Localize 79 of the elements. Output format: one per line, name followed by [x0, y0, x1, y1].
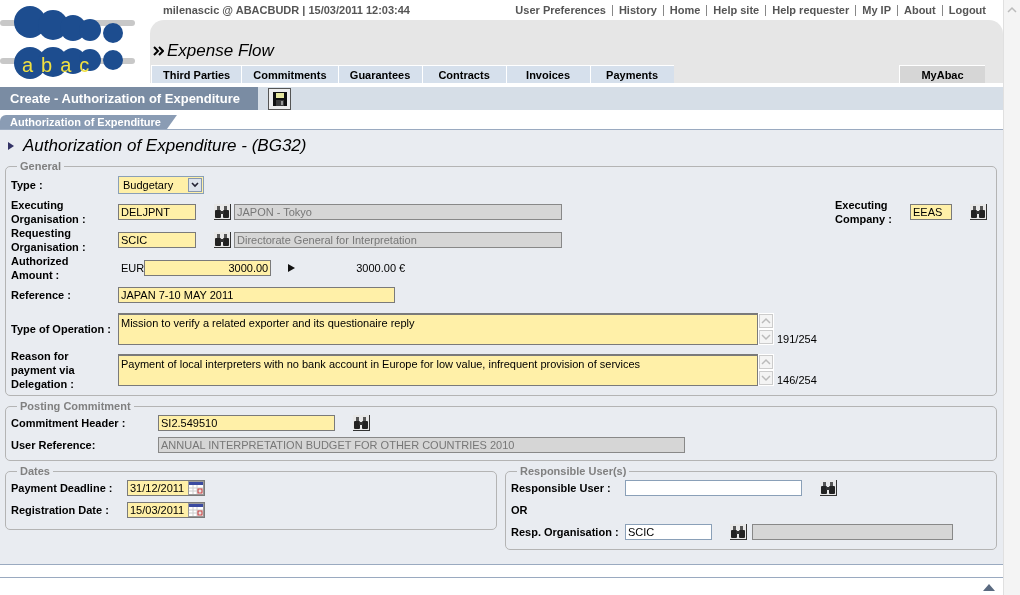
module-tab[interactable]: Third Parties — [151, 65, 242, 83]
section-legend: General — [17, 160, 64, 172]
date-field[interactable]: 15/03/2011 — [127, 502, 205, 518]
field-label: Reference : — [11, 288, 72, 302]
input-field[interactable]: SI2.549510 — [158, 415, 335, 431]
lookup-button[interactable] — [214, 204, 231, 220]
binoculars-icon — [354, 416, 368, 429]
nav-link[interactable]: About — [896, 4, 942, 16]
input-field[interactable] — [625, 480, 802, 496]
input-field[interactable]: EEAS — [910, 204, 952, 220]
field-label: Authorized Amount : — [11, 254, 70, 282]
lookup-button[interactable] — [353, 415, 370, 431]
field-label: Registration Date : — [11, 503, 110, 517]
field-label: Payment Deadline : — [11, 481, 114, 495]
section-legend: Posting Commitment — [17, 400, 134, 412]
character-counter: 146/254 — [777, 374, 817, 386]
binoculars-icon — [971, 205, 985, 218]
field-label: Commitment Header : — [11, 416, 127, 430]
logo-text: abac — [22, 54, 98, 76]
description-field: ANNUAL INTERPRETATION BUDGET FOR OTHER COUNTRIES 2010 — [158, 437, 685, 453]
nav-link[interactable]: History — [611, 4, 663, 16]
field-label: Executing Organisation : — [11, 198, 87, 226]
field-label: Type of Operation : — [11, 321, 113, 336]
calendar-icon[interactable] — [188, 503, 204, 517]
input-field[interactable]: SCIC — [625, 524, 712, 540]
arrow-right-icon — [288, 264, 296, 272]
lookup-button[interactable] — [214, 232, 231, 248]
converted-amount: 3000.00 € — [356, 262, 406, 274]
field-label: Resp. Organisation : — [511, 525, 620, 539]
lookup-button[interactable] — [970, 204, 987, 220]
description-field: JAPON - Tokyo — [234, 204, 562, 220]
module-tab[interactable]: Commitments — [241, 65, 338, 83]
scroll-to-top-icon[interactable] — [983, 584, 995, 591]
page-heading: Authorization of Expenditure - (BG32) — [23, 136, 307, 156]
user-session-info: milenascic @ ABACBUDR | 15/03/2011 12:03:44 — [163, 4, 410, 16]
vertical-scrollbar[interactable] — [1003, 0, 1020, 595]
section-legend: Responsible User(s) — [517, 465, 630, 477]
or-label: OR — [511, 503, 529, 517]
nav-link[interactable]: My IP — [855, 4, 897, 16]
field-label: Type : — [11, 178, 44, 192]
character-counter: 191/254 — [777, 332, 817, 345]
page-action-title: Create - Authorization of Expenditure — [0, 87, 258, 110]
save-button[interactable] — [268, 87, 291, 110]
field-label: Responsible User : — [511, 481, 612, 495]
nav-link[interactable]: Help site — [706, 4, 766, 16]
text-area[interactable]: Mission to verify a related exporter and its questionaire reply — [118, 312, 758, 345]
nav-link[interactable]: User Preferences — [509, 4, 612, 16]
input-field[interactable]: SCIC — [118, 232, 196, 248]
amount-field[interactable]: 3000.00 — [144, 260, 272, 276]
module-tab[interactable]: Contracts — [421, 65, 506, 83]
field-label: Executing Company : — [835, 198, 893, 226]
module-tab[interactable]: Payments — [589, 65, 674, 83]
module-tab[interactable]: Invoices — [505, 65, 590, 83]
type-dropdown[interactable]: Budgetary — [118, 176, 204, 194]
module-title: Expense Flow — [167, 41, 274, 61]
binoculars-icon — [215, 205, 229, 218]
date-field[interactable]: 31/12/2011 — [127, 480, 205, 496]
binoculars-icon — [731, 525, 745, 538]
nav-link[interactable]: Home — [662, 4, 707, 16]
binoculars-icon — [821, 481, 835, 494]
field-label: Requesting Organisation : — [11, 226, 87, 254]
triangle-bullet-icon — [8, 142, 14, 150]
field-label: User Reference: — [11, 438, 97, 452]
input-field[interactable]: DELJPNT — [118, 204, 196, 220]
lookup-button[interactable] — [730, 524, 747, 540]
module-tab[interactable]: MyAbac — [899, 65, 985, 83]
currency-code: EUR — [121, 262, 145, 274]
text-area[interactable]: Payment of local interpreters with no bank account in Europe for low value, infrequent provision of services — [118, 354, 758, 386]
input-field[interactable]: JAPAN 7-10 MAY 2011 — [118, 287, 395, 303]
description-field: Directorate General for Interpretation — [234, 232, 562, 248]
lookup-button[interactable] — [820, 480, 837, 496]
double-chevron-icon — [153, 46, 164, 56]
field-label: Reason for payment via Delegation : — [11, 349, 76, 391]
nav-link[interactable]: Help requester — [765, 4, 856, 16]
binoculars-icon — [215, 233, 229, 246]
nav-link[interactable]: Logout — [941, 4, 986, 16]
calendar-icon[interactable] — [188, 481, 204, 495]
section-legend: Dates — [17, 465, 53, 477]
module-tab[interactable]: Guarantees — [337, 65, 422, 83]
